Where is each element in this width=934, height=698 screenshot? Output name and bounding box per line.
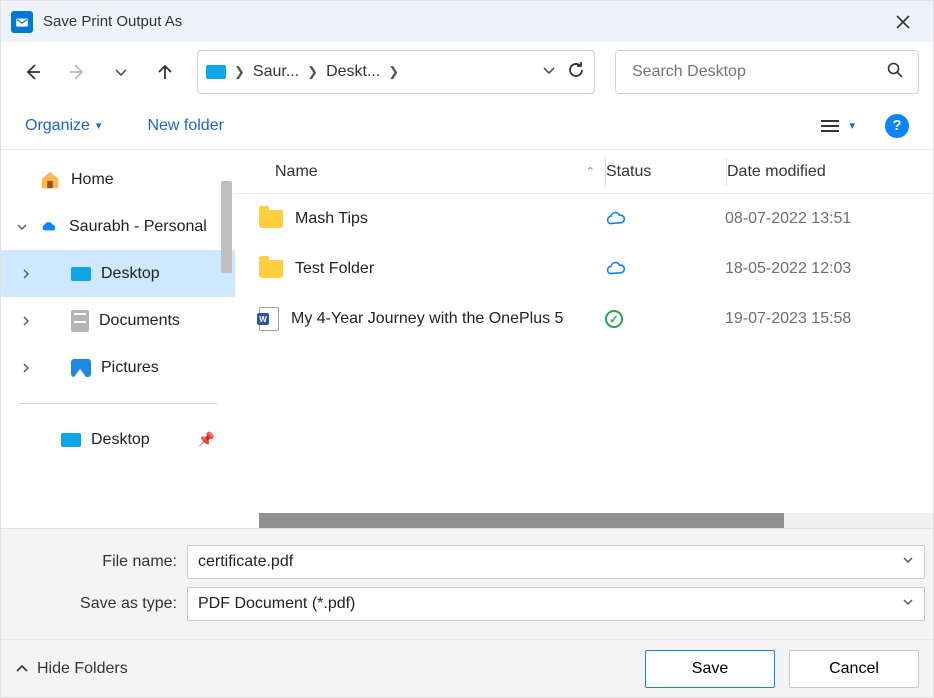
- word-doc-icon: [259, 307, 279, 331]
- chevron-right-icon[interactable]: [19, 269, 33, 279]
- filename-label: File name:: [5, 553, 187, 571]
- file-date: 19-07-2023 15:58: [725, 310, 933, 328]
- body: Home Saurabh - Personal Desktop Document…: [1, 150, 933, 528]
- list-view-icon: [821, 120, 839, 132]
- file-name: My 4-Year Journey with the OnePlus 5: [291, 310, 563, 328]
- tree-item-desktop[interactable]: Desktop: [1, 250, 235, 297]
- table-row[interactable]: My 4-Year Journey with the OnePlus 5 ✓ 1…: [235, 294, 933, 344]
- caret-down-icon: ▾: [96, 119, 102, 132]
- tree-item-desktop-quick[interactable]: Desktop 📌: [1, 416, 235, 463]
- organize-button[interactable]: Organize ▾: [25, 117, 101, 135]
- chevron-right-icon: ❯: [234, 64, 245, 80]
- column-header-status[interactable]: Status: [606, 163, 726, 181]
- location-icon: [206, 65, 226, 79]
- tree-item-onedrive[interactable]: Saurabh - Personal: [1, 203, 235, 250]
- cloud-icon: [605, 211, 627, 227]
- chevron-right-icon[interactable]: [19, 363, 33, 373]
- address-bar[interactable]: ❯ Saur... ❯ Deskt... ❯: [197, 50, 595, 94]
- search-icon: [886, 61, 904, 84]
- title-bar: Save Print Output As: [1, 1, 933, 42]
- dialog-title: Save Print Output As: [43, 13, 883, 30]
- column-headers: Name ⌃ Status Date modified: [235, 150, 933, 194]
- dropdown-icon[interactable]: [902, 595, 914, 613]
- documents-icon: [71, 310, 89, 332]
- chevron-up-icon: [15, 662, 29, 676]
- file-name: Test Folder: [295, 260, 374, 278]
- table-row[interactable]: Test Folder 18-05-2022 12:03: [235, 244, 933, 294]
- cloud-icon: [605, 261, 627, 277]
- breadcrumb[interactable]: ❯ Saur... ❯ Deskt... ❯: [206, 63, 399, 81]
- bottom-bar: Hide Folders Save Cancel: [1, 639, 933, 697]
- chevron-down-icon[interactable]: [15, 222, 29, 232]
- address-dropdown[interactable]: [542, 63, 556, 82]
- scrollbar-thumb[interactable]: [259, 513, 784, 528]
- chevron-right-icon: ❯: [307, 64, 318, 80]
- file-list: Name ⌃ Status Date modified Mash Tips 08…: [235, 150, 933, 528]
- chevron-right-icon[interactable]: [19, 316, 33, 326]
- nav-up-button[interactable]: [147, 54, 183, 90]
- nav-forward-button[interactable]: [59, 54, 95, 90]
- synced-check-icon: ✓: [605, 310, 623, 328]
- save-dialog: Save Print Output As ❯ Saur... ❯ Deskt..…: [0, 0, 934, 698]
- horizontal-scrollbar[interactable]: [259, 513, 933, 528]
- desktop-icon: [71, 267, 91, 281]
- onedrive-icon: [39, 220, 59, 234]
- filename-input[interactable]: certificate.pdf: [187, 545, 925, 579]
- view-options-button[interactable]: ▾: [821, 119, 855, 132]
- tree-divider: [19, 403, 217, 404]
- help-button[interactable]: ?: [885, 114, 909, 138]
- save-button[interactable]: Save: [645, 650, 775, 688]
- column-header-date[interactable]: Date modified: [727, 163, 933, 181]
- breadcrumb-seg-1[interactable]: Saur...: [253, 63, 299, 81]
- folder-icon: [259, 260, 283, 278]
- breadcrumb-seg-2[interactable]: Deskt...: [326, 63, 380, 81]
- column-header-name[interactable]: Name ⌃: [235, 163, 605, 181]
- home-icon: [39, 169, 61, 191]
- saveastype-select[interactable]: PDF Document (*.pdf): [187, 587, 925, 621]
- folder-icon: [259, 210, 283, 228]
- saveastype-label: Save as type:: [5, 595, 187, 613]
- sort-indicator-icon: ⌃: [586, 165, 595, 178]
- chevron-right-icon: ❯: [388, 64, 399, 80]
- tree-item-pictures[interactable]: Pictures: [1, 344, 235, 391]
- file-name: Mash Tips: [295, 210, 368, 228]
- table-row[interactable]: Mash Tips 08-07-2022 13:51: [235, 194, 933, 244]
- nav-row: ❯ Saur... ❯ Deskt... ❯: [1, 42, 933, 102]
- tree-scrollbar[interactable]: [221, 181, 232, 273]
- nav-tree: Home Saurabh - Personal Desktop Document…: [1, 150, 235, 528]
- tree-item-home[interactable]: Home: [1, 156, 235, 203]
- outlook-icon: [11, 11, 33, 33]
- dropdown-icon[interactable]: [902, 553, 914, 571]
- file-date: 18-05-2022 12:03: [725, 260, 933, 278]
- file-date: 08-07-2022 13:51: [725, 210, 933, 228]
- new-folder-button[interactable]: New folder: [147, 117, 223, 135]
- nav-back-button[interactable]: [15, 54, 51, 90]
- refresh-button[interactable]: [566, 60, 586, 85]
- search-box[interactable]: [615, 50, 919, 94]
- tree-item-documents[interactable]: Documents: [1, 297, 235, 344]
- toolbar: Organize ▾ New folder ▾ ?: [1, 102, 933, 150]
- close-button[interactable]: [883, 2, 923, 42]
- pin-icon: 📌: [198, 431, 215, 448]
- search-input[interactable]: [630, 62, 886, 82]
- hide-folders-toggle[interactable]: Hide Folders: [15, 660, 128, 678]
- save-fields: File name: certificate.pdf Save as type:…: [1, 528, 933, 639]
- pictures-icon: [71, 359, 91, 377]
- cancel-button[interactable]: Cancel: [789, 650, 919, 688]
- caret-down-icon: ▾: [849, 119, 855, 132]
- desktop-icon: [61, 433, 81, 447]
- nav-recent-button[interactable]: [103, 54, 139, 90]
